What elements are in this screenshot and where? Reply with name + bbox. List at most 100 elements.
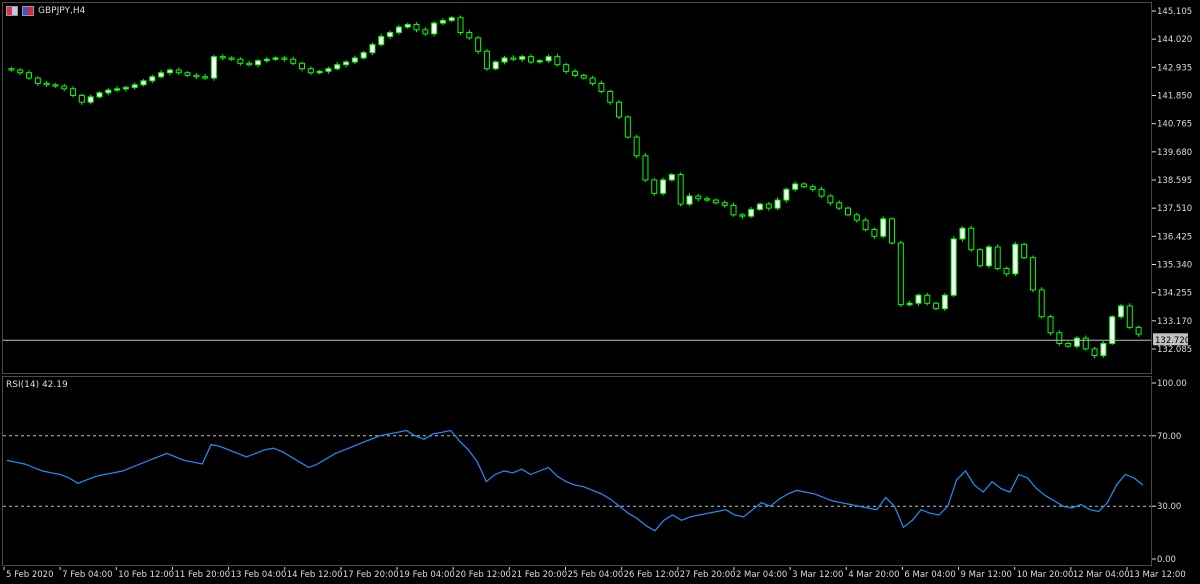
candle-body [175,69,182,74]
candle [34,76,41,87]
candle [1065,341,1072,348]
candle [809,184,816,192]
candle-body [1109,316,1116,345]
candle [765,201,772,211]
candle [589,75,596,86]
candle-body [272,57,279,60]
candle [871,227,878,239]
candle-body [1056,332,1063,345]
candle [492,60,499,71]
candle [660,177,667,196]
candle [210,54,217,81]
candle [404,22,411,29]
candle-body [1100,343,1107,357]
price-tick-label: 145.105 [1157,7,1192,17]
candle [827,194,834,206]
candle [536,59,543,64]
price-tick-label: 144.020 [1157,35,1192,45]
rsi-canvas[interactable] [3,377,1151,565]
candle [43,81,50,87]
chart-icon[interactable] [6,6,18,16]
price-tick-label: 140.765 [1157,120,1192,130]
candle [580,73,587,80]
candle-body [941,294,948,310]
candle-body [158,72,165,78]
candle [1038,287,1045,319]
time-tick-label: 11 Feb 20:00 [174,570,230,580]
rsi-tick-label: 100.00 [1157,379,1187,389]
time-tick-label: 3 Mar 12:00 [792,570,843,580]
candle [17,67,24,76]
rsi-line [6,429,1144,532]
candle-body [792,183,799,190]
candle [26,70,33,80]
rsi-tick-label: 0.00 [1157,555,1176,565]
candle [483,48,490,71]
price-chart-pane[interactable] [2,2,1152,374]
time-tick-label: 9 Mar 12:00 [961,570,1012,580]
price-tick-label: 134.255 [1157,289,1192,299]
candle-body [52,84,59,87]
candle [677,172,684,207]
candle-body [1047,316,1054,334]
candle [131,82,138,90]
price-chart-canvas[interactable] [3,3,1151,373]
price-tick-label: 139.680 [1157,148,1192,158]
candle [836,200,843,211]
candle [686,193,693,206]
candle-body [351,57,358,63]
candle-body [422,29,429,35]
candle-body [580,74,587,79]
candle [52,83,59,88]
candle [933,301,940,311]
candle [387,30,394,40]
candle [880,216,887,239]
candle-body [334,64,341,70]
candle-body [633,136,640,157]
candle-body [1065,343,1072,347]
candle-body [131,84,138,88]
candle [712,198,719,205]
price-tick-label: 135.340 [1157,261,1192,271]
rsi-indicator-pane[interactable] [2,376,1152,566]
candle-body [545,56,552,62]
candle [1100,341,1107,358]
candle [413,22,420,33]
candle-body [34,77,41,84]
candle-body [994,246,1001,269]
candle-body [924,294,931,304]
candle [1029,255,1036,293]
flag-icon[interactable] [22,6,34,16]
candle [175,67,182,75]
candle [721,200,728,208]
candle [246,60,253,67]
candle-body [96,92,103,98]
current-price-badge [1153,333,1188,346]
candle [475,35,482,54]
candle-body [756,203,763,210]
candle [439,18,446,26]
candle [149,74,156,84]
candle [193,73,200,80]
candle-body [246,62,253,66]
candle-body [254,60,261,66]
candle-body [853,214,860,221]
candle [985,244,992,269]
candle [8,67,15,72]
candle [1056,330,1063,346]
candle [941,293,948,312]
rsi-label: RSI(14) 42.19 [6,380,68,390]
candle [325,66,332,74]
candle-body [114,88,121,91]
candle [457,15,464,35]
candle-body [651,179,658,194]
candle-body [1091,348,1098,357]
candle [140,79,147,87]
price-tick-label: 142.935 [1157,63,1192,73]
candle [158,70,165,79]
time-tick-label: 21 Feb 20:00 [511,570,567,580]
candle-body [61,85,68,90]
candle [70,86,77,98]
candle-body [915,294,922,304]
candle-body [1126,305,1133,328]
